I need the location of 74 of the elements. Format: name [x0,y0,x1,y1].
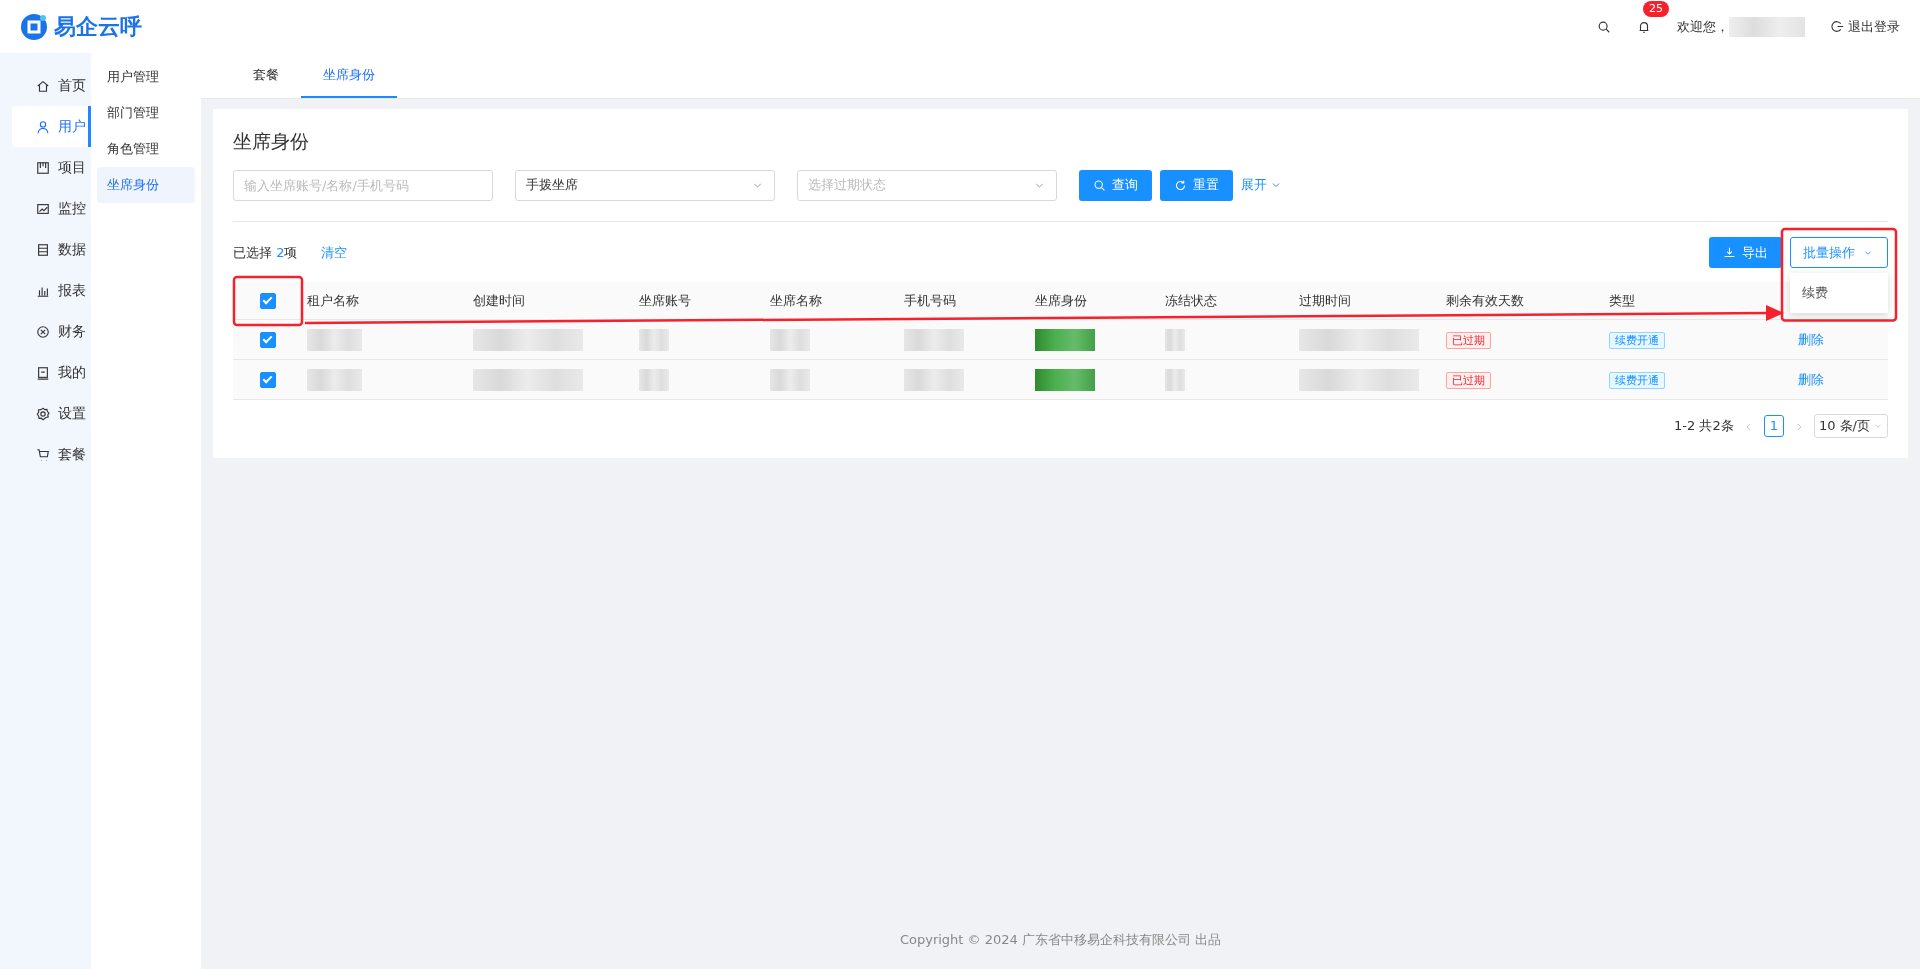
redacted-text [770,368,810,391]
row-checkbox[interactable] [260,332,276,349]
logout-link[interactable]: 退出登录 [1831,16,1900,37]
redacted-text [307,368,362,391]
redacted-text [1165,368,1185,391]
board-icon [36,160,50,175]
brand-name: 易企云呼 [54,13,142,41]
search-field[interactable]: 输入坐席账号/名称/手机号码 [233,169,493,201]
submenu-item[interactable]: 坐席身份 [97,167,195,203]
bell-icon [1637,20,1651,35]
tab[interactable]: 坐席身份 [301,53,397,98]
column-header: 租户名称 [307,292,359,308]
redacted-text [1165,328,1185,351]
nav-item[interactable]: 数据 [12,229,91,270]
user-icon [36,119,50,134]
nav-item[interactable]: 项目 [12,147,91,188]
redacted-text [904,368,964,391]
nav-item[interactable]: 我的 [12,352,91,393]
tab[interactable]: 套餐 [231,53,301,98]
submenu-item[interactable]: 角色管理 [97,131,195,167]
column-header: 剩余有效天数 [1446,292,1524,308]
column-header: 冻结状态 [1165,292,1217,308]
line-chart-icon [36,201,50,216]
submenu-item[interactable]: 部门管理 [97,95,195,131]
welcome-text: 欢迎您， [1677,17,1729,36]
column-header: 坐席账号 [639,292,691,308]
type-tag: 续费开通 [1609,331,1665,349]
annotation-box [232,275,304,327]
home-icon [36,78,50,93]
redacted-text [770,328,810,351]
search-icon [1093,178,1106,192]
seat-type-select[interactable]: 手拨坐席 [515,169,775,201]
redacted-text [904,328,964,351]
nav-item[interactable]: 监控 [12,188,91,229]
id-card-icon [36,365,50,380]
notification-badge: 25 [1643,0,1669,17]
column-header: 类型 [1609,292,1635,308]
coin-icon [36,324,50,339]
select-all-checkbox[interactable] [260,293,276,309]
settings-icon [36,406,50,421]
selection-count: 已选择 2项 [233,243,298,262]
list-icon [36,242,50,257]
submenu-item[interactable]: 用户管理 [97,59,195,95]
column-header: 过期时间 [1299,292,1351,308]
nav-item[interactable]: 财务 [12,311,91,352]
nav-item[interactable]: 用户 [12,106,91,147]
nav-item[interactable]: 套餐 [12,434,91,475]
cart-icon [36,447,50,462]
redacted-text [1035,368,1095,391]
column-header: 坐席名称 [770,292,822,308]
column-header: 创建时间 [473,292,525,308]
status-tag: 已过期 [1446,371,1491,389]
row-checkbox[interactable] [260,372,276,389]
redacted-text [639,328,669,351]
copyright-footer: Copyright © 2024 广东省中移易企科技有限公司 出品 [201,929,1920,969]
logo-icon [20,12,48,41]
search-icon [1597,20,1611,35]
page-title: 坐席身份 [233,129,310,154]
nav-item[interactable]: 报表 [12,270,91,311]
column-header: 坐席身份 [1035,292,1087,308]
redacted-text [1035,328,1095,351]
nav-item[interactable]: 首页 [12,65,91,106]
logout-icon [1831,20,1844,33]
page-size-select[interactable]: 10 条/页 [1813,414,1888,438]
column-header: 手机号码 [904,292,956,308]
type-tag: 续费开通 [1609,371,1665,389]
pagination-summary: 1-2 共2条 [1674,417,1734,435]
menu-item[interactable]: 续费 [1790,277,1888,309]
download-icon [1723,246,1736,259]
redacted-text [639,368,669,391]
status-tag: 已过期 [1446,331,1491,349]
refresh-icon [1174,178,1187,192]
nav-item[interactable]: 设置 [12,393,91,434]
redacted-text [307,328,362,351]
